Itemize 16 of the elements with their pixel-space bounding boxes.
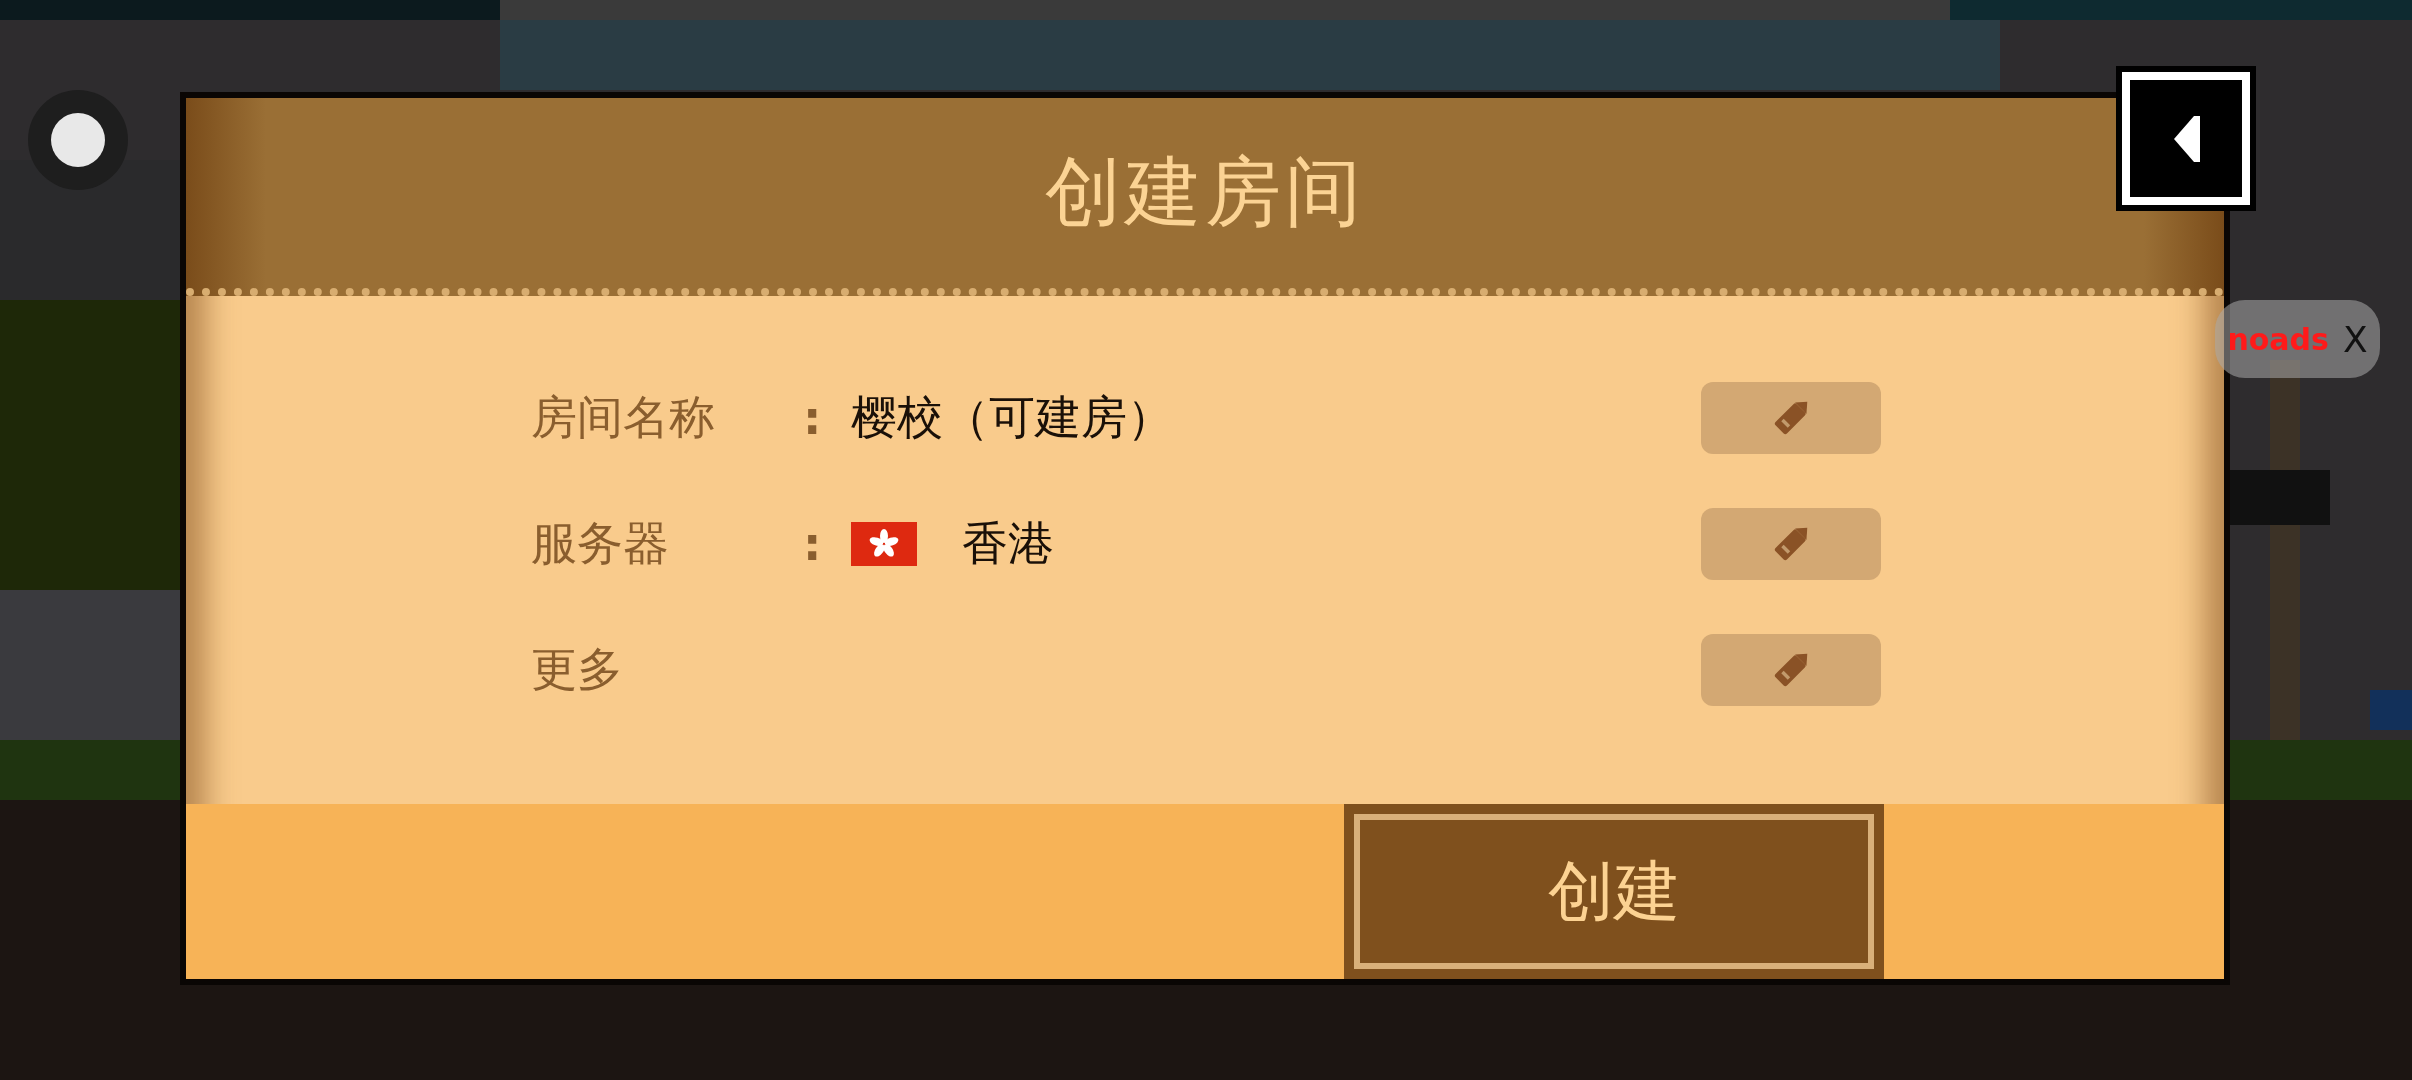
edit-button[interactable] (1701, 382, 1881, 454)
edit-button[interactable] (1701, 508, 1881, 580)
field-separator: : (803, 517, 823, 571)
field-value: 樱校（可建房） (851, 389, 1173, 446)
joystick-button[interactable] (28, 90, 128, 190)
flag-icon (851, 522, 917, 566)
edit-button[interactable] (1701, 634, 1881, 706)
field-separator: : (803, 391, 823, 445)
field-label: 服务器 (531, 515, 670, 572)
field-label: 房间名称 (531, 389, 716, 446)
field-label: 更多 (531, 641, 624, 698)
create-button[interactable]: 创建 (1344, 804, 1884, 979)
field-value: 香港 (962, 515, 1054, 572)
noads-label: noads (2227, 321, 2329, 357)
dialog-title: 创建房间 (1045, 145, 1365, 238)
close-button[interactable]: X (2342, 318, 2368, 360)
